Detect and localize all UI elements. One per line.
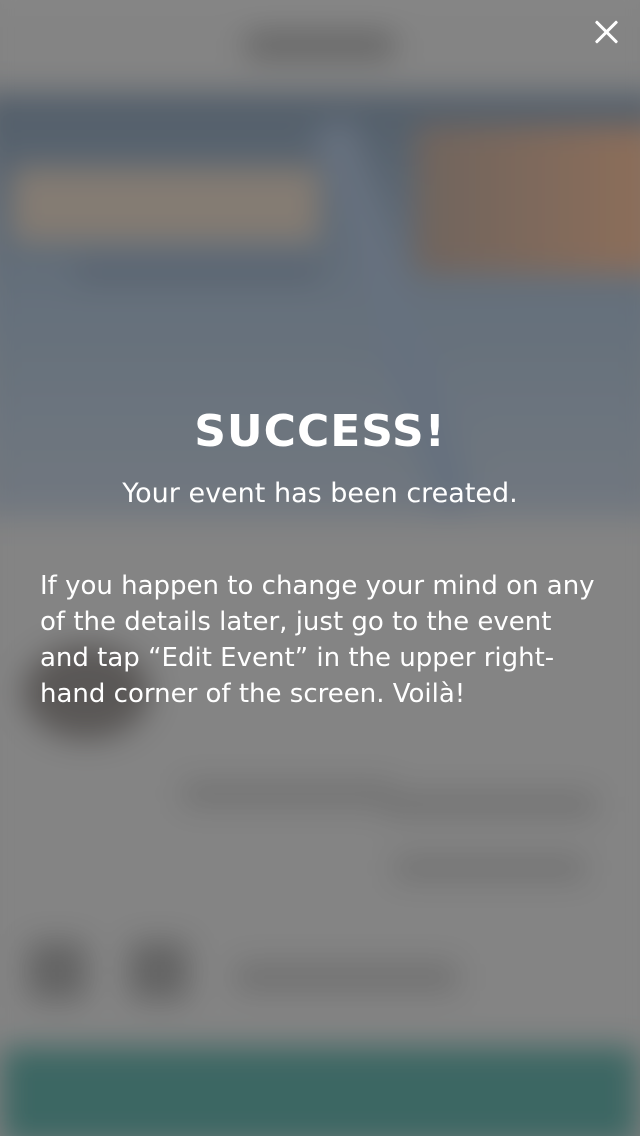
success-subheadline: Your event has been created. xyxy=(122,478,518,509)
screen: SUCCESS! Your event has been created. If… xyxy=(0,0,640,1136)
success-body-text: If you happen to change your mind on any… xyxy=(40,571,595,709)
close-icon xyxy=(593,19,619,45)
close-button[interactable] xyxy=(586,12,626,52)
success-message: SUCCESS! Your event has been created. If… xyxy=(0,400,640,712)
success-headline: SUCCESS! xyxy=(194,406,446,457)
